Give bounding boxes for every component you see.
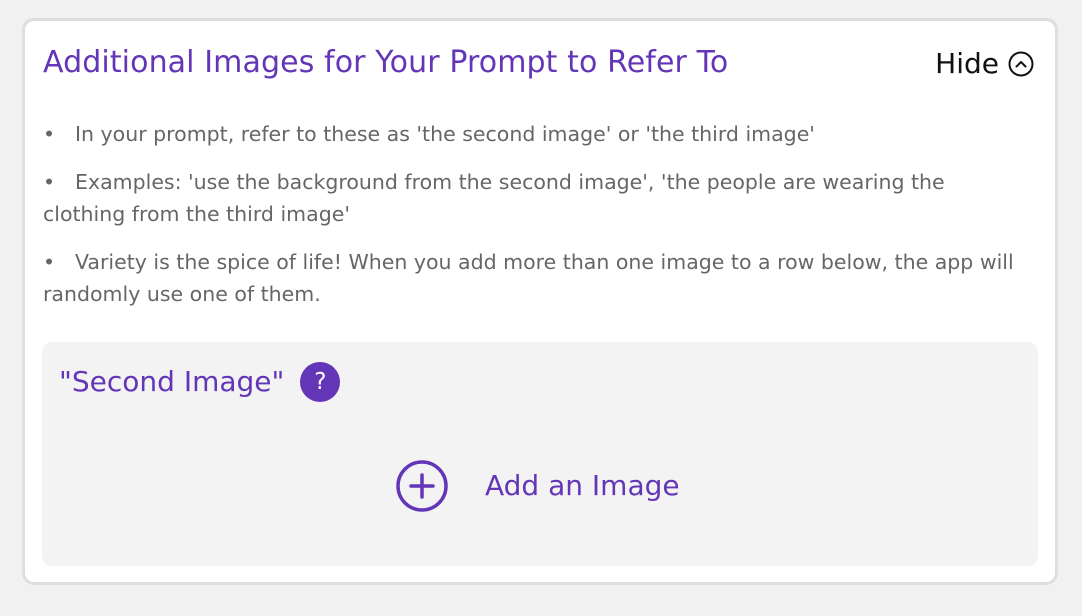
add-image-button[interactable]: Add an Image [395, 459, 680, 513]
chevron-up-circle-icon [1007, 50, 1035, 78]
instruction-text: In your prompt, refer to these as 'the s… [75, 122, 815, 146]
bullet-marker: • [43, 122, 56, 146]
instruction-item: • In your prompt, refer to these as 'the … [43, 118, 1028, 150]
panel-title: Additional Images for Your Prompt to Ref… [43, 45, 729, 80]
add-image-label: Add an Image [485, 469, 680, 502]
additional-images-panel: Additional Images for Your Prompt to Ref… [22, 18, 1058, 585]
bullet-marker: • [43, 170, 56, 194]
hide-label: Hide [935, 47, 999, 80]
bullet-marker: • [43, 250, 56, 274]
instruction-item: • Examples: 'use the background from the … [43, 166, 1028, 230]
plus-circle-icon [395, 459, 449, 513]
question-circle-icon[interactable]: ? [300, 362, 341, 402]
slot-title: "Second Image" [59, 365, 285, 398]
instruction-list: • In your prompt, refer to these as 'the … [43, 118, 1028, 326]
slot-header: "Second Image" ? [59, 362, 341, 402]
hide-toggle-button[interactable]: Hide [935, 47, 1035, 81]
instruction-text: Variety is the spice of life! When you a… [43, 250, 1014, 306]
instruction-item: • Variety is the spice of life! When you … [43, 246, 1028, 310]
second-image-slot: "Second Image" ? Add an Image [42, 342, 1038, 566]
instruction-text: Examples: 'use the background from the s… [43, 170, 945, 226]
